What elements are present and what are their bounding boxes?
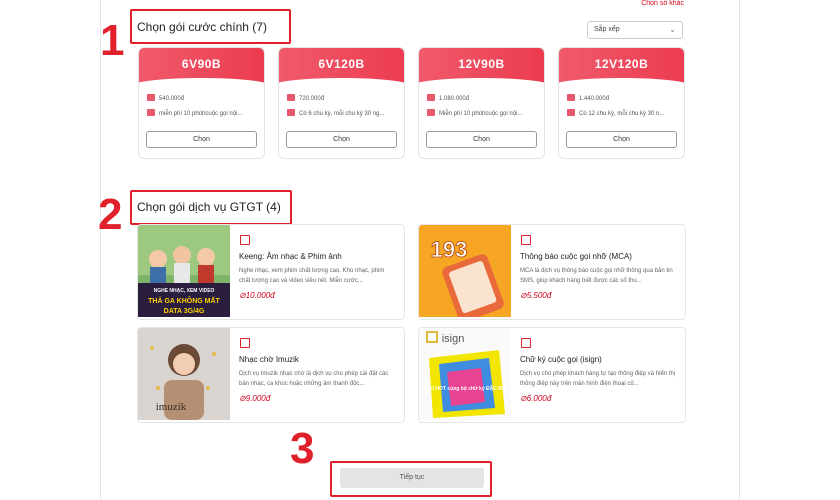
keeng-promo-image: NGHE NHẠC, XEM VIDEO THẢ GA KHÔNG MẤT DA… <box>138 225 230 317</box>
price-tag-icon <box>147 94 155 101</box>
list-icon <box>427 109 435 116</box>
plan-name: 6V120B <box>318 57 365 71</box>
service-checkbox[interactable] <box>521 338 531 348</box>
choose-plan-button[interactable]: Chọn <box>426 131 537 148</box>
plan-desc: Có 12 chu kỳ, mỗi chu kỳ 30 n... <box>579 111 665 117</box>
plan-price-row: 1.080.000đ <box>427 94 469 102</box>
service-desc: MCA là dịch vụ thông báo cuộc gọi nhỡ th… <box>520 268 673 284</box>
service-card: imuzik Nhạc chờ Imuzik Dịch vụ Imuzik nh… <box>137 327 405 423</box>
promo-line-1: NGHE NHẠC, XEM VIDEO <box>154 288 215 294</box>
service-title: Thông báo cuộc gọi nhỡ (MCA) <box>520 252 632 261</box>
plan-card: 12V120B 1.440.000đ Có 12 chu kỳ, mỗi chu… <box>558 47 685 159</box>
sort-label: Sắp xếp <box>594 26 620 33</box>
step-number-1: 1 <box>100 16 125 65</box>
imuzik-promo-image: imuzik <box>138 328 230 420</box>
step-number-2: 2 <box>98 190 123 239</box>
plan-price-row: 540.000đ <box>147 94 184 102</box>
service-price: ⊘6.000đ <box>520 394 551 403</box>
promo-number: 193 <box>431 237 468 262</box>
service-price: ⊘10.000đ <box>239 291 275 300</box>
choose-plan-button[interactable]: Chọn <box>566 131 677 148</box>
choose-plan-button[interactable]: Chọn <box>286 131 397 148</box>
plan-card: 6V90B 540.000đ miễn phí 10 phút/cuộc gọi… <box>138 47 265 159</box>
plan-name: 6V90B <box>181 57 222 71</box>
plan-price-row: 1.440.000đ <box>567 94 609 102</box>
service-price-value: 10.000đ <box>245 291 275 300</box>
plan-price: 720.000đ <box>299 96 325 102</box>
step-number-3: 3 <box>290 424 315 473</box>
price-tag-icon <box>427 94 435 101</box>
price-icon: ⊘ <box>520 394 527 403</box>
plan-price: 1.440.000đ <box>579 96 610 102</box>
promo-slogan: SIÊU HOT cùng bộ chữ ký ĐẶC BIỆT <box>422 384 509 392</box>
right-margin <box>739 0 840 500</box>
plan-desc-row: Có 6 chu kỳ, mỗi chu kỳ 30 ng... <box>287 109 384 117</box>
plan-desc-row: miễn phí 10 phút/cuộc gọi nội... <box>147 109 242 117</box>
promo-brand: isign <box>442 333 465 345</box>
service-card: NGHE NHẠC, XEM VIDEO THẢ GA KHÔNG MẤT DA… <box>137 224 405 320</box>
plan-price: 1.080.000đ <box>439 96 470 102</box>
chevron-down-icon: ⌄ <box>669 25 676 34</box>
service-card: 193 Thông báo cuộc gọi nhỡ (MCA) MCA là … <box>418 224 686 320</box>
plan-name: 12V90B <box>458 57 505 71</box>
plan-card: 12V90B 1.080.000đ Miễn phí 10 phút/cuộc … <box>418 47 545 159</box>
plan-price-row: 720.000đ <box>287 94 324 102</box>
service-checkbox[interactable] <box>521 235 531 245</box>
plan-desc: Có 6 chu kỳ, mỗi chu kỳ 30 ng... <box>299 111 385 117</box>
service-checkbox[interactable] <box>240 235 250 245</box>
list-icon <box>287 109 295 116</box>
service-desc: Dịch vụ Imuzik nhạc chờ là dịch vụ cho p… <box>239 371 389 387</box>
service-checkbox[interactable] <box>240 338 250 348</box>
service-desc: Dịch vụ cho phép khách hàng tự tạo thông… <box>520 371 676 387</box>
service-title: Chữ ký cuộc gọi (isign) <box>520 355 602 364</box>
service-price: ⊘9.000đ <box>239 394 270 403</box>
plan-desc: miễn phí 10 phút/cuộc gọi nội... <box>159 111 243 117</box>
left-margin <box>0 0 101 500</box>
page: Chọn số khác 1 Chọn gói cước chính (7) S… <box>0 0 840 500</box>
sort-dropdown[interactable]: Sắp xếp ⌄ <box>587 21 683 39</box>
plan-desc-row: Miễn phí 10 phút/cuộc gọi nội... <box>427 109 522 117</box>
service-desc: Nghe nhạc, xem phim chất lượng cao. Kho … <box>239 268 385 284</box>
plan-name: 12V120B <box>594 57 649 71</box>
service-title: Nhạc chờ Imuzik <box>239 355 299 364</box>
plan-price: 540.000đ <box>159 96 185 102</box>
continue-button[interactable]: Tiếp tục <box>340 468 484 488</box>
list-icon <box>567 109 575 116</box>
promo-line-3: DATA 3G/4G <box>164 308 205 315</box>
price-icon: ⊘ <box>239 394 246 403</box>
service-price: ⊘5.500đ <box>520 291 551 300</box>
service-price-value: 6.000đ <box>526 394 552 403</box>
mca-promo-image: 193 <box>419 225 511 317</box>
service-card: isign SIÊU HOT cùng bộ chữ ký ĐẶC BIỆT C… <box>418 327 686 423</box>
vas-title: Chọn gói dịch vụ GTGT (4) <box>137 200 281 214</box>
price-icon: ⊘ <box>239 291 246 300</box>
isign-promo-image: isign SIÊU HOT cùng bộ chữ ký ĐẶC BIỆT <box>419 328 511 420</box>
plan-card: 6V120B 720.000đ Có 6 chu kỳ, mỗi chu kỳ … <box>278 47 405 159</box>
service-price-value: 9.000đ <box>245 394 271 403</box>
price-icon: ⊘ <box>520 291 527 300</box>
choose-other-number-link[interactable]: Chọn số khác <box>641 0 684 7</box>
plan-desc-row: Có 12 chu kỳ, mỗi chu kỳ 30 n... <box>567 109 664 117</box>
price-tag-icon <box>287 94 295 101</box>
choose-plan-button[interactable]: Chọn <box>146 131 257 148</box>
promo-brand: imuzik <box>156 401 187 413</box>
service-title: Keeng: Âm nhạc & Phim ảnh <box>239 252 342 261</box>
price-tag-icon <box>567 94 575 101</box>
list-icon <box>147 109 155 116</box>
main-plans-title: Chọn gói cước chính (7) <box>137 20 267 34</box>
plan-desc: Miễn phí 10 phút/cuộc gọi nội... <box>439 111 523 117</box>
service-price-value: 5.500đ <box>526 291 552 300</box>
